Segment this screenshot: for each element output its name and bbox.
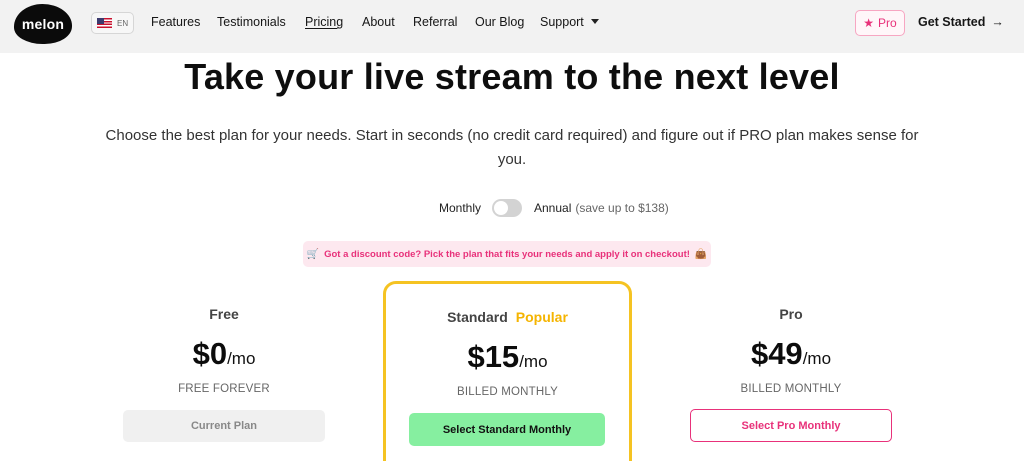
- nav-link-referral[interactable]: Referral: [413, 15, 457, 29]
- discount-banner: 🛒 Got a discount code? Pick the plan tha…: [303, 241, 711, 267]
- monthly-label[interactable]: Monthly: [439, 201, 481, 215]
- discount-banner-text: Got a discount code? Pick the plan that …: [324, 248, 690, 260]
- top-nav: melon EN Features Testimonials Pricing A…: [0, 0, 1024, 53]
- get-started-label: Get Started: [918, 15, 986, 29]
- billing-note: FREE FOREVER: [178, 383, 270, 395]
- melon-logo[interactable]: melon: [14, 4, 72, 44]
- get-started-link[interactable]: Get Started →: [918, 15, 1004, 29]
- billing-note: BILLED MONTHLY: [457, 386, 558, 398]
- star-icon: ★: [863, 16, 875, 30]
- plan-price: $0/mo: [124, 336, 324, 372]
- plan-free: Free $0/mo FREE FOREVER: [124, 306, 324, 395]
- shopping-cart-icon: 🛒: [306, 248, 320, 260]
- toggle-knob: [494, 201, 508, 215]
- popular-badge: Popular: [515, 309, 568, 325]
- nav-link-features[interactable]: Features: [151, 15, 200, 29]
- annual-savings-note: (save up to $138): [575, 201, 669, 215]
- nav-link-blog[interactable]: Our Blog: [475, 15, 524, 29]
- language-code: EN: [117, 18, 129, 28]
- plan-name-text: Standard: [447, 309, 508, 325]
- current-plan-button[interactable]: Current Plan: [123, 410, 325, 442]
- nav-link-pricing[interactable]: Pricing: [305, 15, 343, 29]
- shopping-bag-icon: 👜: [694, 248, 708, 260]
- language-selector[interactable]: EN: [91, 12, 134, 34]
- price-amount: $49: [750, 336, 803, 371]
- price-period: /mo: [519, 352, 548, 371]
- pro-button[interactable]: ★ Pro: [855, 10, 905, 36]
- price-period: /mo: [802, 349, 832, 368]
- plan-name: Standard Popular: [383, 309, 632, 325]
- nav-link-about[interactable]: About: [362, 15, 395, 29]
- pro-button-label: Pro: [878, 16, 897, 30]
- plan-price: $15/mo: [383, 339, 632, 375]
- annual-label-text: Annual: [534, 201, 572, 215]
- plan-pro: Pro $49/mo BILLED MONTHLY: [691, 306, 891, 395]
- us-flag-icon: [97, 18, 112, 28]
- price-period: /mo: [227, 349, 256, 368]
- billing-note: BILLED MONTHLY: [740, 383, 842, 395]
- plan-name: Pro: [779, 306, 803, 322]
- logo-text: melon: [21, 16, 65, 32]
- page-headline: Take your live stream to the next level: [184, 56, 840, 97]
- arrow-right-icon: →: [991, 15, 1004, 29]
- plan-price: $49/mo: [691, 336, 891, 372]
- price-amount: $0: [192, 336, 228, 371]
- annual-label[interactable]: Annual (save up to $138): [534, 201, 669, 215]
- billing-toggle-row: Monthly Annual (save up to $138): [0, 199, 1024, 219]
- select-standard-monthly-button[interactable]: Select Standard Monthly: [409, 413, 605, 446]
- nav-link-support[interactable]: Support: [540, 15, 599, 29]
- page-subtitle: Choose the best plan for your needs. Sta…: [105, 127, 919, 168]
- chevron-down-icon: [590, 19, 599, 24]
- select-pro-monthly-button[interactable]: Select Pro Monthly: [690, 409, 892, 442]
- price-amount: $15: [467, 339, 520, 374]
- billing-period-toggle[interactable]: [492, 199, 522, 217]
- nav-link-testimonials[interactable]: Testimonials: [217, 15, 286, 29]
- plan-name: Free: [209, 306, 239, 322]
- support-label: Support: [540, 15, 584, 29]
- plan-standard: Standard Popular $15/mo BILLED MONTHLY: [383, 309, 632, 398]
